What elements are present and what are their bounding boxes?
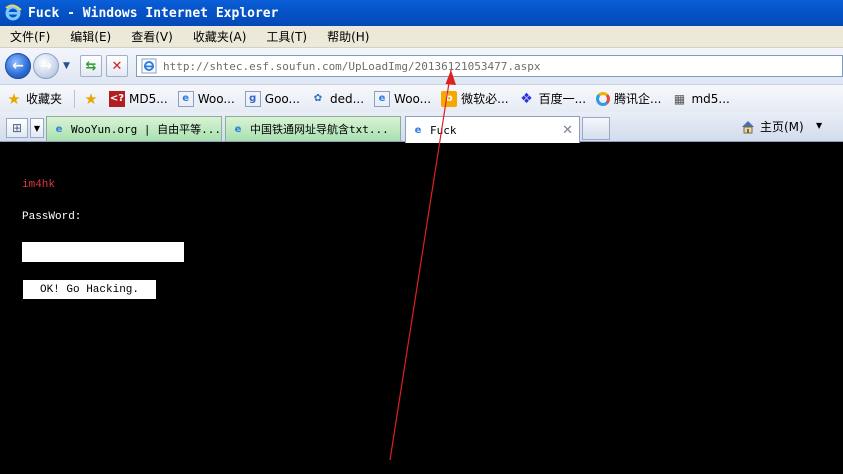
tencent-icon (596, 91, 611, 106)
menu-favorites[interactable]: 收藏夹(A) (187, 28, 253, 45)
baidu-icon: ❖ (520, 90, 533, 107)
favorite-link-label: md5... (691, 91, 730, 106)
tab-label: WooYun.org | 自由平等... (71, 123, 221, 136)
refresh-button[interactable]: ⇆ (79, 55, 102, 77)
tab-list-button[interactable]: ▼ (30, 118, 44, 138)
favorite-link-tencent[interactable]: 腾讯企... (596, 90, 661, 107)
page-icon (141, 58, 157, 74)
forward-button[interactable]: → (33, 53, 59, 79)
bing-icon: b (441, 90, 458, 107)
favorite-link-label: 微软必... (461, 92, 509, 106)
dede-icon: ✿ (313, 93, 323, 104)
address-toolbar: ← → ▼ ⇆ ✕ (0, 48, 843, 84)
address-field[interactable] (136, 55, 843, 77)
google-icon: g (244, 90, 261, 107)
favorites-bar: ★ 收藏夹 ★ <? MD5... e Woo... g Goo... ✿ de… (0, 84, 843, 112)
favorite-link-google[interactable]: g Goo... (244, 90, 300, 107)
title-bar: Fuck - Windows Internet Explorer (0, 0, 843, 26)
back-button[interactable]: ← (5, 53, 31, 79)
md5-site-icon: <? (109, 90, 126, 107)
menu-edit[interactable]: 编辑(E) (64, 28, 117, 45)
back-arrow-icon: ← (12, 58, 24, 74)
home-label: 主页(M) (760, 120, 804, 134)
star-icon: ★ (7, 89, 21, 108)
home-icon (742, 120, 754, 133)
tab-railcom[interactable]: e 中国铁通网址导航含txt... (225, 116, 401, 141)
ie-page-icon: e (177, 90, 194, 107)
tab-bar: ⊞ ▼ e WooYun.org | 自由平等... e 中国铁通网址导航含tx… (0, 112, 843, 143)
favorite-link-label: MD5... (129, 91, 168, 106)
ie-page-icon: e (55, 123, 63, 135)
favorite-link-label: Woo... (197, 91, 235, 106)
favorite-link-woo-1[interactable]: e Woo... (177, 90, 235, 107)
grid-icon: ▦ (673, 91, 686, 106)
quick-tabs-icon: ⊞ (11, 121, 23, 135)
favorites-label: 收藏夹 (26, 92, 63, 106)
password-label: PassWord: (22, 211, 82, 223)
site-brand: im4hk (22, 179, 56, 191)
favorite-link-label: Woo... (394, 91, 432, 106)
add-star-icon: ★ (84, 89, 98, 108)
menu-bar: 文件(F) 编辑(E) 查看(V) 收藏夹(A) 工具(T) 帮助(H) (0, 26, 843, 48)
ie-page-icon: e (234, 123, 242, 135)
tab-fuck[interactable]: e Fuck ✕ (405, 116, 580, 143)
refresh-icon: ⇆ (85, 58, 97, 74)
home-dropdown-icon[interactable]: ▼ (816, 121, 822, 130)
ie-logo-icon (4, 4, 22, 22)
favorite-link-label: Goo... (264, 91, 300, 106)
quick-tabs-button[interactable]: ⊞ (6, 118, 28, 138)
url-input[interactable] (163, 57, 842, 75)
new-tab-button[interactable] (582, 117, 610, 140)
close-tab-icon[interactable]: ✕ (562, 123, 573, 138)
tab-label: 中国铁通网址导航含txt... (250, 123, 389, 136)
menu-help[interactable]: 帮助(H) (321, 28, 375, 45)
ie-page-icon: e (414, 124, 422, 136)
menu-file[interactable]: 文件(F) (4, 28, 56, 45)
favorite-link-md5[interactable]: <? MD5... (109, 90, 168, 107)
favorite-link-label: ded... (329, 91, 365, 106)
forward-arrow-icon: → (40, 58, 52, 74)
tab-wooyun[interactable]: e WooYun.org | 自由平等... (46, 116, 222, 141)
page-content: im4hk PassWord: OK! Go Hacking. (0, 143, 843, 474)
favorite-link-label: 百度一... (538, 92, 587, 106)
history-dropdown-icon[interactable]: ▼ (63, 61, 70, 71)
add-favorite-button[interactable]: ★ (83, 89, 103, 108)
favorite-link-label: 腾讯企... (614, 92, 662, 106)
chevron-down-icon: ▼ (33, 123, 41, 133)
favorite-link-baidu[interactable]: ❖ 百度一... (519, 90, 586, 107)
favorites-divider (74, 89, 76, 108)
favorite-link-bing[interactable]: b 微软必... (441, 90, 509, 107)
stop-icon: ✕ (111, 58, 123, 74)
tab-label: Fuck (430, 123, 457, 137)
ie-page-icon: e (374, 90, 391, 107)
submit-button[interactable]: OK! Go Hacking. (23, 280, 156, 299)
stop-button[interactable]: ✕ (105, 55, 128, 77)
password-input[interactable] (22, 242, 184, 262)
menu-tools[interactable]: 工具(T) (260, 28, 313, 45)
menu-view[interactable]: 查看(V) (125, 28, 179, 45)
favorite-link-md5-2[interactable]: ▦ md5... (671, 91, 730, 107)
favorite-link-dede[interactable]: ✿ ded... (310, 91, 364, 107)
favorites-button[interactable]: ★ 收藏夹 (6, 89, 63, 108)
window-title: Fuck - Windows Internet Explorer (28, 5, 279, 21)
favorite-link-woo-2[interactable]: e Woo... (374, 90, 432, 107)
home-button[interactable]: 主页(M) (740, 118, 804, 135)
